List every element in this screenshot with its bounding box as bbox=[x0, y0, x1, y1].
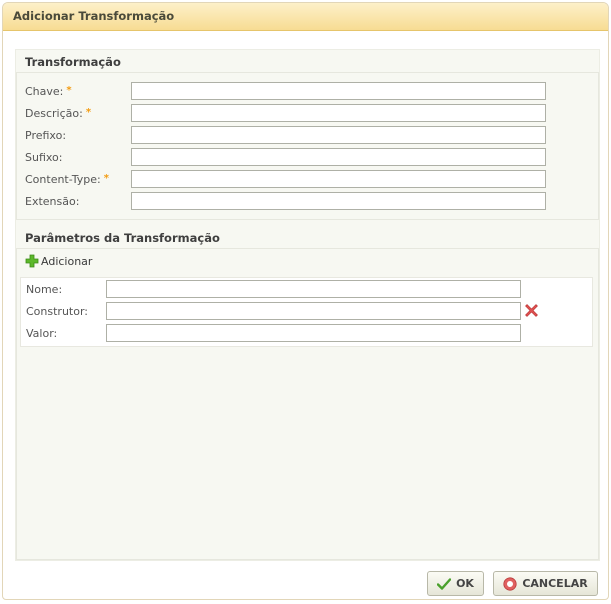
plus-icon bbox=[25, 254, 39, 268]
prefixo-input[interactable] bbox=[131, 126, 546, 144]
descricao-label: Descrição: * bbox=[25, 107, 92, 120]
valor-input[interactable] bbox=[106, 324, 521, 342]
check-icon bbox=[437, 577, 452, 590]
prefixo-label: Prefixo: bbox=[25, 129, 67, 142]
ok-button[interactable]: OK bbox=[427, 571, 484, 596]
required-marker: * bbox=[103, 173, 109, 184]
dialog-title: Adicionar Transformação bbox=[13, 9, 175, 23]
required-marker: * bbox=[66, 85, 72, 96]
nome-input[interactable] bbox=[106, 280, 521, 298]
construtor-input[interactable] bbox=[106, 302, 521, 320]
cancel-circle-icon bbox=[503, 576, 517, 591]
extensao-input[interactable] bbox=[131, 192, 546, 210]
cancel-button-label: CANCELAR bbox=[522, 577, 588, 590]
content-type-label: Content-Type: * bbox=[25, 173, 109, 186]
ok-button-label: OK bbox=[456, 577, 474, 590]
dialog-titlebar: Adicionar Transformação bbox=[3, 3, 608, 31]
section-title-transformacao: Transformação bbox=[25, 55, 121, 69]
remove-parameter-icon[interactable] bbox=[524, 303, 539, 318]
add-parameter-label: Adicionar bbox=[41, 254, 93, 268]
valor-label: Valor: bbox=[26, 327, 58, 340]
chave-input[interactable] bbox=[131, 82, 546, 100]
cancel-button[interactable]: CANCELAR bbox=[493, 571, 598, 596]
sufixo-input[interactable] bbox=[131, 148, 546, 166]
content-type-input[interactable] bbox=[131, 170, 546, 188]
required-marker: * bbox=[85, 107, 92, 118]
construtor-label: Construtor: bbox=[26, 305, 88, 318]
section-title-parametros: Parâmetros da Transformação bbox=[25, 231, 220, 245]
sufixo-label: Sufixo: bbox=[25, 151, 63, 164]
extensao-label: Extensão: bbox=[25, 195, 80, 208]
descricao-input[interactable] bbox=[131, 104, 546, 122]
add-parameter-button[interactable]: Adicionar bbox=[25, 254, 92, 268]
chave-label: Chave: * bbox=[25, 85, 72, 98]
nome-label: Nome: bbox=[26, 283, 63, 296]
